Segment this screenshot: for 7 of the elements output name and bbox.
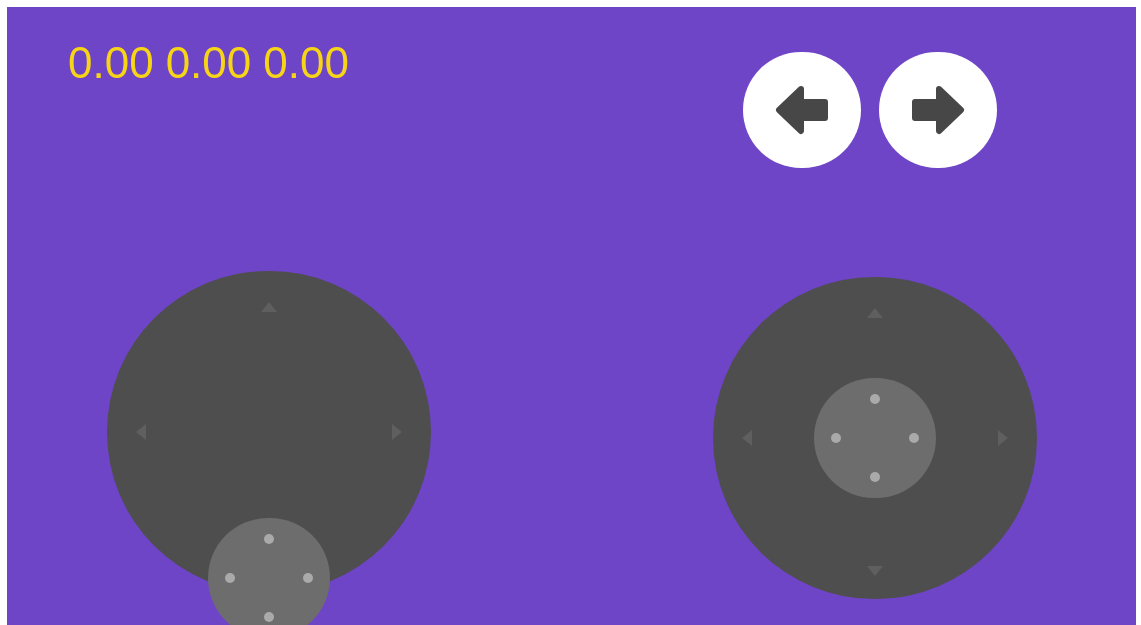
coordinate-value: 0.00 xyxy=(165,41,252,85)
coordinate-value: 0.00 xyxy=(68,41,154,85)
coordinate-value: 0.00 xyxy=(263,41,349,85)
right-arrow-icon xyxy=(911,84,965,136)
dots-icon xyxy=(830,393,920,483)
dots-icon xyxy=(224,533,314,623)
left-arrow-icon xyxy=(775,84,829,136)
